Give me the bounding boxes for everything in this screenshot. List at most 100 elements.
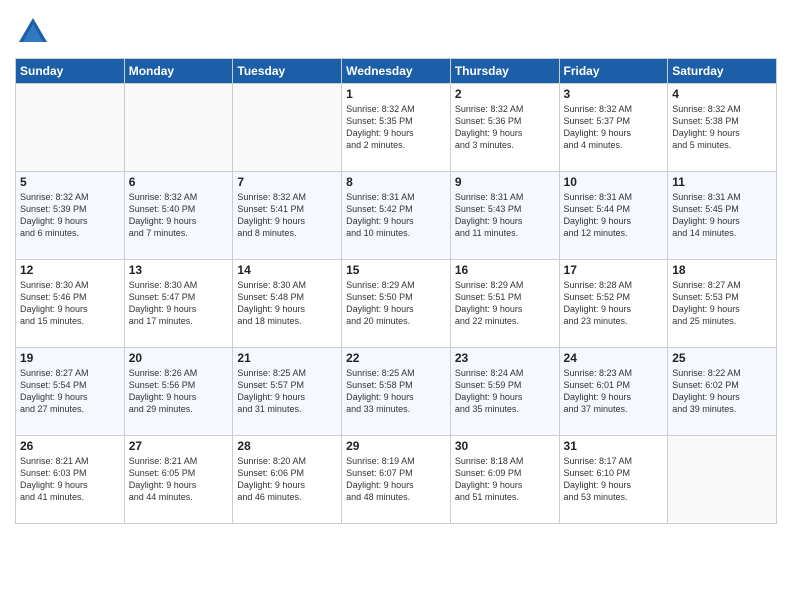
calendar-cell: 16 Sunrise: 8:29 AM Sunset: 5:51 PM Dayli…: [450, 260, 559, 348]
week-row-2: 5Sunrise: 8:32 AM Sunset: 5:39 PM Daylig…: [16, 172, 777, 260]
day-info: Sunrise: 8:22 AM Sunset: 6:02 PM Dayligh…: [672, 367, 772, 416]
day-number: 6: [129, 175, 229, 189]
day-number: 15: [346, 263, 446, 277]
calendar-cell: [124, 84, 233, 172]
day-number: 2: [455, 87, 555, 101]
weekday-header-tuesday: Tuesday: [233, 59, 342, 84]
calendar-cell: 22 Sunrise: 8:25 AM Sunset: 5:58 PM Dayli…: [342, 348, 451, 436]
week-row-4: 19Sunrise: 8:27 AM Sunset: 5:54 PM Dayli…: [16, 348, 777, 436]
calendar-cell: 23Sunrise: 8:24 AM Sunset: 5:59 PM Dayli…: [450, 348, 559, 436]
calendar-cell: 17 Sunrise: 8:28 AM Sunset: 5:52 PM Dayli…: [559, 260, 668, 348]
day-number: 28: [237, 439, 337, 453]
calendar-cell: 24 Sunrise: 8:23 AM Sunset: 6:01 PM Dayli…: [559, 348, 668, 436]
calendar-cell: 29 Sunrise: 8:19 AM Sunset: 6:07 PM Dayli…: [342, 436, 451, 524]
day-number: 18: [672, 263, 772, 277]
day-info: Sunrise: 8:31 AM Sunset: 5:45 PM Dayligh…: [672, 191, 772, 240]
day-info: Sunrise: 8:23 AM Sunset: 6:01 PM Dayligh…: [564, 367, 664, 416]
day-number: 27: [129, 439, 229, 453]
calendar-cell: [16, 84, 125, 172]
day-info: Sunrise: 8:25 AM Sunset: 5:57 PM Dayligh…: [237, 367, 337, 416]
day-info: Sunrise: 8:19 AM Sunset: 6:07 PM Dayligh…: [346, 455, 446, 504]
calendar-cell: 12 Sunrise: 8:30 AM Sunset: 5:46 PM Dayli…: [16, 260, 125, 348]
calendar-cell: 18 Sunrise: 8:27 AM Sunset: 5:53 PM Dayli…: [668, 260, 777, 348]
weekday-header-friday: Friday: [559, 59, 668, 84]
day-info: Sunrise: 8:31 AM Sunset: 5:44 PM Dayligh…: [564, 191, 664, 240]
day-info: Sunrise: 8:32 AM Sunset: 5:38 PM Dayligh…: [672, 103, 772, 152]
calendar-cell: 25 Sunrise: 8:22 AM Sunset: 6:02 PM Dayli…: [668, 348, 777, 436]
calendar-cell: 4Sunrise: 8:32 AM Sunset: 5:38 PM Daylig…: [668, 84, 777, 172]
page: SundayMondayTuesdayWednesdayThursdayFrid…: [0, 0, 792, 612]
calendar-cell: 20 Sunrise: 8:26 AM Sunset: 5:56 PM Dayli…: [124, 348, 233, 436]
calendar-table: SundayMondayTuesdayWednesdayThursdayFrid…: [15, 58, 777, 524]
calendar-cell: 9 Sunrise: 8:31 AM Sunset: 5:43 PM Daylig…: [450, 172, 559, 260]
day-info: Sunrise: 8:32 AM Sunset: 5:40 PM Dayligh…: [129, 191, 229, 240]
calendar-cell: 8 Sunrise: 8:31 AM Sunset: 5:42 PM Daylig…: [342, 172, 451, 260]
day-number: 22: [346, 351, 446, 365]
day-number: 20: [129, 351, 229, 365]
day-info: Sunrise: 8:21 AM Sunset: 6:03 PM Dayligh…: [20, 455, 120, 504]
calendar-cell: 7Sunrise: 8:32 AM Sunset: 5:41 PM Daylig…: [233, 172, 342, 260]
day-info: Sunrise: 8:30 AM Sunset: 5:48 PM Dayligh…: [237, 279, 337, 328]
day-info: Sunrise: 8:21 AM Sunset: 6:05 PM Dayligh…: [129, 455, 229, 504]
day-info: Sunrise: 8:26 AM Sunset: 5:56 PM Dayligh…: [129, 367, 229, 416]
calendar-cell: 15 Sunrise: 8:29 AM Sunset: 5:50 PM Dayli…: [342, 260, 451, 348]
calendar-cell: 6 Sunrise: 8:32 AM Sunset: 5:40 PM Daylig…: [124, 172, 233, 260]
week-row-5: 26 Sunrise: 8:21 AM Sunset: 6:03 PM Dayli…: [16, 436, 777, 524]
day-number: 29: [346, 439, 446, 453]
weekday-header-sunday: Sunday: [16, 59, 125, 84]
logo-icon: [15, 14, 51, 50]
week-row-3: 12 Sunrise: 8:30 AM Sunset: 5:46 PM Dayli…: [16, 260, 777, 348]
day-info: Sunrise: 8:32 AM Sunset: 5:37 PM Dayligh…: [564, 103, 664, 152]
day-info: Sunrise: 8:30 AM Sunset: 5:46 PM Dayligh…: [20, 279, 120, 328]
calendar-cell: 11 Sunrise: 8:31 AM Sunset: 5:45 PM Dayli…: [668, 172, 777, 260]
weekday-header-row: SundayMondayTuesdayWednesdayThursdayFrid…: [16, 59, 777, 84]
day-number: 9: [455, 175, 555, 189]
calendar-cell: 30 Sunrise: 8:18 AM Sunset: 6:09 PM Dayli…: [450, 436, 559, 524]
day-number: 23: [455, 351, 555, 365]
day-number: 1: [346, 87, 446, 101]
day-info: Sunrise: 8:29 AM Sunset: 5:51 PM Dayligh…: [455, 279, 555, 328]
day-number: 12: [20, 263, 120, 277]
calendar-cell: 1 Sunrise: 8:32 AM Sunset: 5:35 PM Daylig…: [342, 84, 451, 172]
day-info: Sunrise: 8:27 AM Sunset: 5:53 PM Dayligh…: [672, 279, 772, 328]
day-number: 16: [455, 263, 555, 277]
day-info: Sunrise: 8:32 AM Sunset: 5:35 PM Dayligh…: [346, 103, 446, 152]
calendar-cell: [233, 84, 342, 172]
calendar-cell: 19Sunrise: 8:27 AM Sunset: 5:54 PM Dayli…: [16, 348, 125, 436]
day-info: Sunrise: 8:32 AM Sunset: 5:41 PM Dayligh…: [237, 191, 337, 240]
calendar-cell: 31Sunrise: 8:17 AM Sunset: 6:10 PM Dayli…: [559, 436, 668, 524]
day-number: 19: [20, 351, 120, 365]
week-row-1: 1 Sunrise: 8:32 AM Sunset: 5:35 PM Daylig…: [16, 84, 777, 172]
calendar-cell: 27 Sunrise: 8:21 AM Sunset: 6:05 PM Dayli…: [124, 436, 233, 524]
day-number: 11: [672, 175, 772, 189]
day-number: 30: [455, 439, 555, 453]
day-info: Sunrise: 8:28 AM Sunset: 5:52 PM Dayligh…: [564, 279, 664, 328]
weekday-header-saturday: Saturday: [668, 59, 777, 84]
day-number: 17: [564, 263, 664, 277]
calendar-cell: [668, 436, 777, 524]
calendar-cell: 28 Sunrise: 8:20 AM Sunset: 6:06 PM Dayli…: [233, 436, 342, 524]
day-number: 13: [129, 263, 229, 277]
day-info: Sunrise: 8:25 AM Sunset: 5:58 PM Dayligh…: [346, 367, 446, 416]
day-info: Sunrise: 8:31 AM Sunset: 5:43 PM Dayligh…: [455, 191, 555, 240]
day-info: Sunrise: 8:31 AM Sunset: 5:42 PM Dayligh…: [346, 191, 446, 240]
weekday-header-monday: Monday: [124, 59, 233, 84]
day-number: 21: [237, 351, 337, 365]
day-number: 8: [346, 175, 446, 189]
day-info: Sunrise: 8:29 AM Sunset: 5:50 PM Dayligh…: [346, 279, 446, 328]
day-number: 24: [564, 351, 664, 365]
day-number: 26: [20, 439, 120, 453]
logo: [15, 14, 55, 50]
calendar-cell: 2 Sunrise: 8:32 AM Sunset: 5:36 PM Daylig…: [450, 84, 559, 172]
day-number: 14: [237, 263, 337, 277]
day-info: Sunrise: 8:20 AM Sunset: 6:06 PM Dayligh…: [237, 455, 337, 504]
day-number: 25: [672, 351, 772, 365]
calendar-cell: 10Sunrise: 8:31 AM Sunset: 5:44 PM Dayli…: [559, 172, 668, 260]
day-number: 3: [564, 87, 664, 101]
calendar-cell: 21 Sunrise: 8:25 AM Sunset: 5:57 PM Dayli…: [233, 348, 342, 436]
calendar-cell: 26 Sunrise: 8:21 AM Sunset: 6:03 PM Dayli…: [16, 436, 125, 524]
day-info: Sunrise: 8:32 AM Sunset: 5:36 PM Dayligh…: [455, 103, 555, 152]
day-info: Sunrise: 8:17 AM Sunset: 6:10 PM Dayligh…: [564, 455, 664, 504]
day-info: Sunrise: 8:32 AM Sunset: 5:39 PM Dayligh…: [20, 191, 120, 240]
day-info: Sunrise: 8:18 AM Sunset: 6:09 PM Dayligh…: [455, 455, 555, 504]
